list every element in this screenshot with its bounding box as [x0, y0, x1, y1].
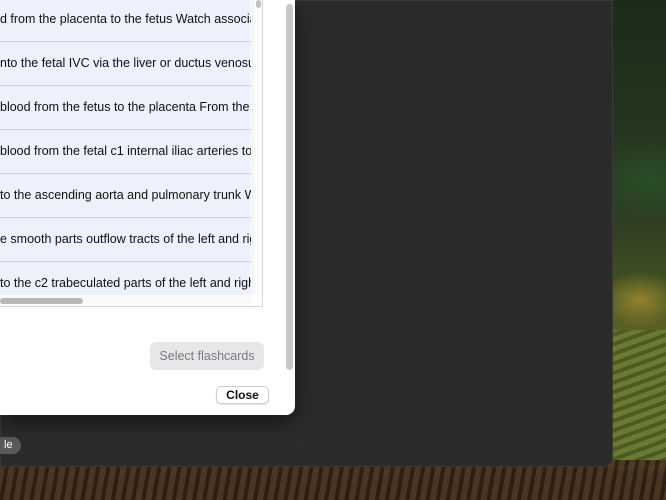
list-item-text: d from the placenta to the fetus Watch a… — [0, 12, 251, 26]
list-item-text: nto the fetal IVC via the liver or ductu… — [0, 56, 251, 70]
list-item-text: blood from the fetus to the placenta Fro… — [0, 100, 250, 114]
background-window-pill[interactable]: le — [0, 437, 21, 454]
list-vertical-scroll-thumb[interactable] — [256, 0, 261, 8]
list-horizontal-scrollbar[interactable] — [0, 295, 252, 306]
dialog-vertical-scroll-thumb[interactable] — [286, 4, 293, 370]
list-item[interactable]: to the ascending aorta and pulmonary tru… — [0, 174, 251, 218]
dialog-vertical-scrollbar[interactable] — [284, 0, 295, 375]
list-item-text: blood from the fetal c1 internal iliac a… — [0, 144, 251, 158]
list-item[interactable]: blood from the fetal c1 internal iliac a… — [0, 130, 251, 174]
list-vertical-scrollbar[interactable] — [252, 0, 262, 295]
list-item[interactable]: d from the placenta to the fetus Watch a… — [0, 0, 251, 42]
wallpaper-hillside — [606, 330, 666, 470]
flashcard-rows: d from the placenta to the fetus Watch a… — [0, 0, 251, 306]
flashcards-dialog: d from the placenta to the fetus Watch a… — [0, 0, 295, 415]
close-button[interactable]: Close — [216, 386, 269, 404]
list-item[interactable]: e smooth parts outflow tracts of the lef… — [0, 218, 251, 262]
list-item-text: e smooth parts outflow tracts of the lef… — [0, 232, 251, 246]
list-item[interactable]: blood from the fetus to the placenta Fro… — [0, 86, 251, 130]
list-horizontal-scroll-thumb[interactable] — [0, 298, 83, 304]
list-item-text: to the ascending aorta and pulmonary tru… — [0, 188, 251, 202]
flashcard-list: d from the placenta to the fetus Watch a… — [0, 0, 263, 307]
select-flashcards-button[interactable]: Select flashcards — [150, 342, 264, 370]
list-item[interactable]: nto the fetal IVC via the liver or ductu… — [0, 42, 251, 86]
